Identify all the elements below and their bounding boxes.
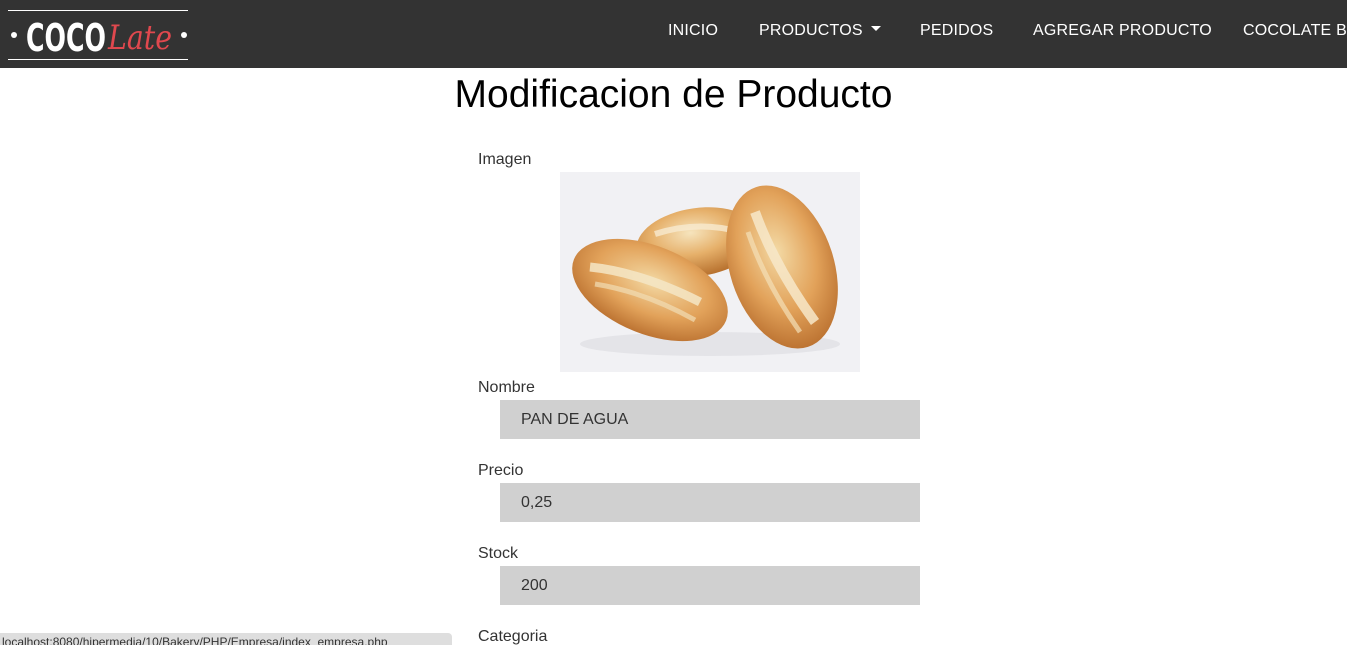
nav-item-agregar-producto[interactable]: AGREGAR PRODUCTO [1033,22,1212,40]
svg-text:Late: Late [107,18,172,58]
image-label: Imagen [478,151,532,168]
price-label: Precio [478,462,524,479]
price-field[interactable] [500,483,920,522]
bread-rolls-icon [572,185,840,356]
logo-graphic: COCO Late [11,16,187,59]
category-label: Categoria [478,628,548,645]
top-navbar: COCO Late INICIO PRODUCTOS PEDIDOS AGREG… [0,0,1347,68]
product-image [560,172,860,372]
caret-down-icon [870,26,881,32]
nav-item-cocolate-bakery[interactable]: COCOLATE BA [1243,22,1347,40]
svg-text:COCO: COCO [26,16,106,59]
nav-item-productos[interactable]: PRODUCTOS [759,22,881,40]
brand-logo[interactable]: COCO Late [8,10,188,60]
page-title: Modificacion de Producto [454,73,893,116]
nav-item-productos-label: PRODUCTOS [759,22,863,39]
nav-item-inicio[interactable]: INICIO [668,22,718,40]
name-field[interactable] [500,400,920,439]
name-label: Nombre [478,379,535,396]
nav-item-pedidos[interactable]: PEDIDOS [920,22,993,40]
status-bar-url: localhost:8080/hipermedia/10/Bakery/PHP/… [0,633,452,645]
stock-field[interactable] [500,566,920,605]
stock-label: Stock [478,545,519,562]
